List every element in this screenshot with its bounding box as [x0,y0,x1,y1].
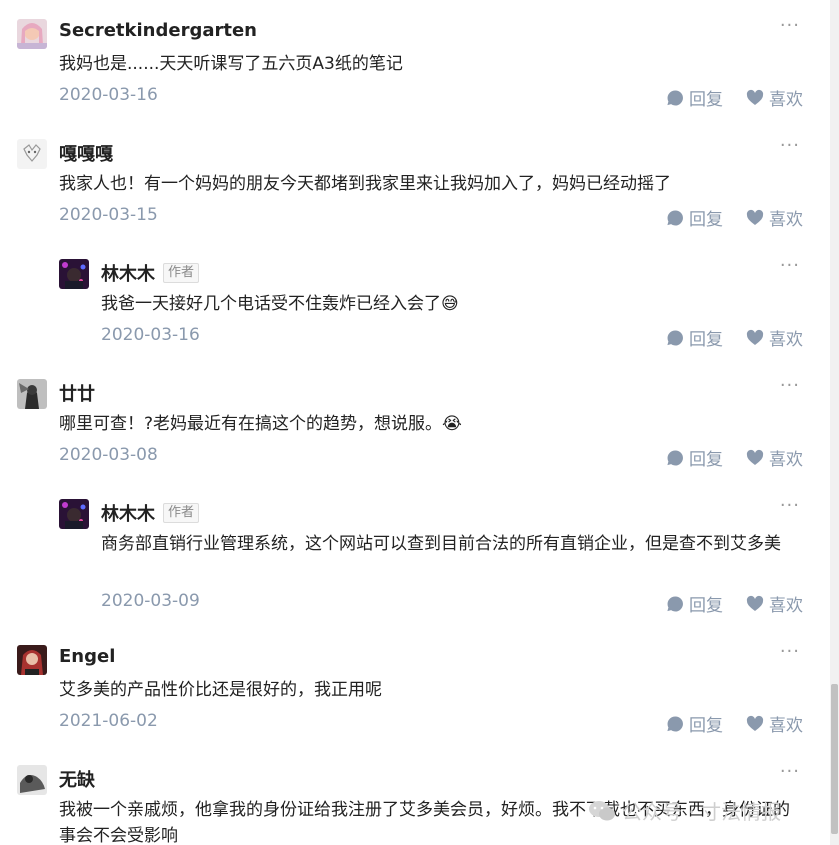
reply-label: 回复 [689,90,723,110]
like-label: 喜欢 [769,716,803,736]
comment-username[interactable]: Engel [59,646,115,667]
heart-icon [746,715,764,731]
like-button[interactable]: 喜欢 [746,445,803,470]
more-options-button[interactable]: ··· [780,135,800,156]
reply-bubble-icon [667,715,683,731]
more-options-button[interactable]: ··· [780,495,800,516]
reply-bubble-icon [667,89,683,105]
scrollbar[interactable] [830,0,839,845]
watermark-text: 公众号 · 寸法情报 [622,800,782,824]
like-label: 喜欢 [769,330,803,350]
wechat-icon [589,800,615,820]
heart-icon [746,209,764,225]
comment-date: 2020-03-15 [59,205,158,225]
avatar[interactable] [17,765,47,795]
comment-item: Engel ··· 艾多美的产品性价比还是很好的，我正用呢 2021-06-02… [0,641,830,755]
reply-button[interactable]: 回复 [666,711,723,736]
avatar[interactable] [17,379,47,409]
comment-text: 商务部直销行业管理系统，这个网站可以查到目前合法的所有直销企业，但是查不到艾多美 [101,534,781,554]
like-button[interactable]: 喜欢 [746,205,803,230]
like-label: 喜欢 [769,450,803,470]
comment-text: 艾多美的产品性价比还是很好的，我正用呢 [59,680,382,700]
like-button[interactable]: 喜欢 [746,85,803,110]
reply-bubble-icon [667,595,683,611]
comment-date: 2020-03-16 [59,85,158,105]
reply-button[interactable]: 回复 [666,445,723,470]
more-options-button[interactable]: ··· [780,15,800,36]
comment-username[interactable]: 廿廿 [59,380,95,406]
reply-bubble-icon [667,329,683,345]
reply-label: 回复 [689,330,723,350]
author-badge: 作者 [163,503,200,523]
scrollbar-thumb[interactable] [831,684,838,834]
avatar[interactable] [59,499,89,529]
comment-text: 我爸一天接好几个电话受不住轰炸已经入会了😅 [101,294,459,314]
comment-date: 2020-03-08 [59,445,158,465]
like-button[interactable]: 喜欢 [746,711,803,736]
comment-text: 我妈也是......天天听课写了五六页A3纸的笔记 [59,54,403,74]
comment-date: 2021-06-02 [59,711,158,731]
reply-label: 回复 [689,210,723,230]
reply-bubble-icon [667,209,683,225]
like-label: 喜欢 [769,596,803,616]
comment-username[interactable]: 嘎嘎嘎 [59,140,113,166]
reply-label: 回复 [689,596,723,616]
like-button[interactable]: 喜欢 [746,591,803,616]
avatar[interactable] [59,259,89,289]
comment-item: 廿廿 ··· 哪里可查！?老妈最近有在搞这个的趋势，想说服。😭 2020-03-… [0,375,830,489]
comment-date: 2020-03-16 [101,325,200,345]
avatar[interactable] [17,645,47,675]
comment-username[interactable]: 林木木 [101,260,155,286]
reply-button[interactable]: 回复 [666,591,723,616]
comment-text: 我家人也！有一个妈妈的朋友今天都堵到我家里来让我妈加入了，妈妈已经动摇了 [59,174,671,194]
comment-item: Secretkindergarten ··· 我妈也是......天天听课写了五… [0,15,830,129]
watermark: 公众号 · 寸法情报 [588,796,781,825]
comment-list: Secretkindergarten ··· 我妈也是......天天听课写了五… [0,0,839,845]
heart-icon [746,329,764,345]
comment-username[interactable]: Secretkindergarten [59,20,257,41]
comment-item: 嘎嘎嘎 ··· 我家人也！有一个妈妈的朋友今天都堵到我家里来让我妈加入了，妈妈已… [0,135,830,249]
like-label: 喜欢 [769,90,803,110]
more-options-button[interactable]: ··· [780,375,800,396]
reply-button[interactable]: 回复 [666,325,723,350]
author-badge: 作者 [163,263,200,283]
reply-button[interactable]: 回复 [666,205,723,230]
comment-reply-item: 林木木 作者 ··· 商务部直销行业管理系统，这个网站可以查到目前合法的所有直销… [0,495,830,639]
comment-date: 2020-03-09 [101,591,200,611]
avatar[interactable] [17,19,47,49]
like-button[interactable]: 喜欢 [746,325,803,350]
like-label: 喜欢 [769,210,803,230]
more-options-button[interactable]: ··· [780,255,800,276]
reply-label: 回复 [689,450,723,470]
more-options-button[interactable]: ··· [780,765,800,782]
reply-bubble-icon [667,449,683,465]
reply-label: 回复 [689,716,723,736]
heart-icon [746,595,764,611]
comment-text: 哪里可查！?老妈最近有在搞这个的趋势，想说服。😭 [59,414,462,434]
comment-reply-item: 林木木 作者 ··· 我爸一天接好几个电话受不住轰炸已经入会了😅 2020-03… [0,255,830,369]
heart-icon [746,89,764,105]
comment-username[interactable]: 林木木 [101,500,155,526]
comment-username[interactable]: 无缺 [59,766,95,792]
heart-icon [746,449,764,465]
reply-button[interactable]: 回复 [666,85,723,110]
avatar[interactable] [17,139,47,169]
more-options-button[interactable]: ··· [780,641,800,662]
